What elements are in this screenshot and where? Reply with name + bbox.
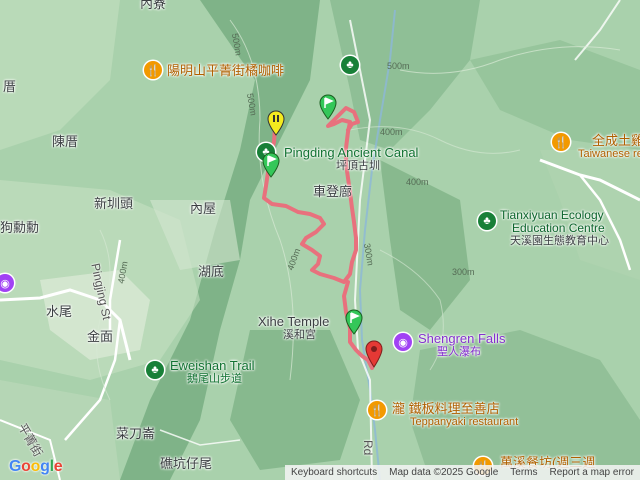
google-logo: Google	[9, 458, 63, 475]
attribution-bar: Keyboard shortcuts Map data ©2025 Google…	[284, 465, 640, 480]
waypoint-marker-icon[interactable]	[262, 152, 280, 178]
restaurant-label[interactable]: 瀧 鐵板料理至善店	[392, 402, 500, 415]
road-label: Rd	[361, 440, 375, 456]
ecology-centre-icon[interactable]: ♣	[478, 212, 496, 230]
contour-label: 500m	[387, 61, 410, 71]
restaurant-label[interactable]: 全成土雞	[592, 134, 640, 147]
trail-label-zh: 鵝尾山步道	[187, 373, 242, 385]
place-label: 內屋	[190, 201, 217, 216]
canal-label[interactable]: Pingding Ancient Canal	[284, 146, 418, 159]
waypoint-marker-icon[interactable]	[319, 94, 337, 120]
park-icon[interactable]: ♣	[341, 56, 359, 74]
place-label: 湖底	[198, 264, 225, 279]
place-label: 水尾	[46, 304, 73, 319]
place-label: 車登廍	[313, 184, 353, 199]
temple-label[interactable]: Xihe Temple	[258, 315, 329, 328]
place-label: 陳厝	[52, 134, 79, 149]
canal-label-zh: 坪頂古圳	[336, 160, 380, 172]
keyboard-shortcuts-link[interactable]: Keyboard shortcuts	[285, 467, 383, 478]
waterfall-icon[interactable]: ◉	[394, 333, 412, 351]
ecology-centre-label[interactable]: Tianxiyuan Ecology	[500, 209, 604, 221]
place-label: 新圳頭	[94, 196, 134, 211]
restaurant-icon[interactable]: 🍴	[552, 133, 570, 151]
contour-label: 300m	[452, 267, 475, 277]
falls-label[interactable]: Shengren Falls	[418, 332, 505, 345]
teppanyaki-icon[interactable]: 🍴	[368, 401, 386, 419]
place-label: 厝	[3, 79, 17, 94]
cafe-label[interactable]: 陽明山平菁街橘咖啡	[167, 64, 284, 77]
trail-label[interactable]: Eweishan Trail	[170, 359, 255, 372]
place-label: 礁坑仔尾	[160, 456, 213, 471]
ecology-centre-label-zh: 天溪園生態教育中心	[510, 235, 609, 247]
report-error-link[interactable]: Report a map error	[544, 467, 640, 478]
place-label: 內寮	[140, 0, 167, 11]
contour-label: 400m	[406, 177, 429, 187]
waypoint-marker-icon[interactable]	[345, 309, 363, 335]
ecology-centre-label: Education Centre	[512, 221, 605, 235]
place-label: 狗勳勳	[0, 220, 40, 235]
map-data-label: Map data ©2025 Google	[389, 467, 499, 478]
place-label: 菜刀崙	[116, 426, 156, 441]
restaurant-label-en: Teppanyaki restaurant	[410, 416, 519, 428]
end-marker-icon[interactable]	[365, 340, 383, 368]
contour-label: 400m	[380, 127, 403, 137]
temple-label-zh: 溪和宮	[283, 329, 316, 341]
restaurant-label-en: Taiwanese re	[578, 148, 640, 160]
trail-park-icon[interactable]: ♣	[146, 361, 164, 379]
terms-link[interactable]: Terms	[504, 467, 543, 478]
falls-label-zh: 聖人瀑布	[437, 346, 481, 358]
cafe-icon[interactable]: 🍴	[144, 61, 162, 79]
place-label: 金面	[87, 329, 114, 344]
start-marker-icon[interactable]	[267, 110, 285, 136]
